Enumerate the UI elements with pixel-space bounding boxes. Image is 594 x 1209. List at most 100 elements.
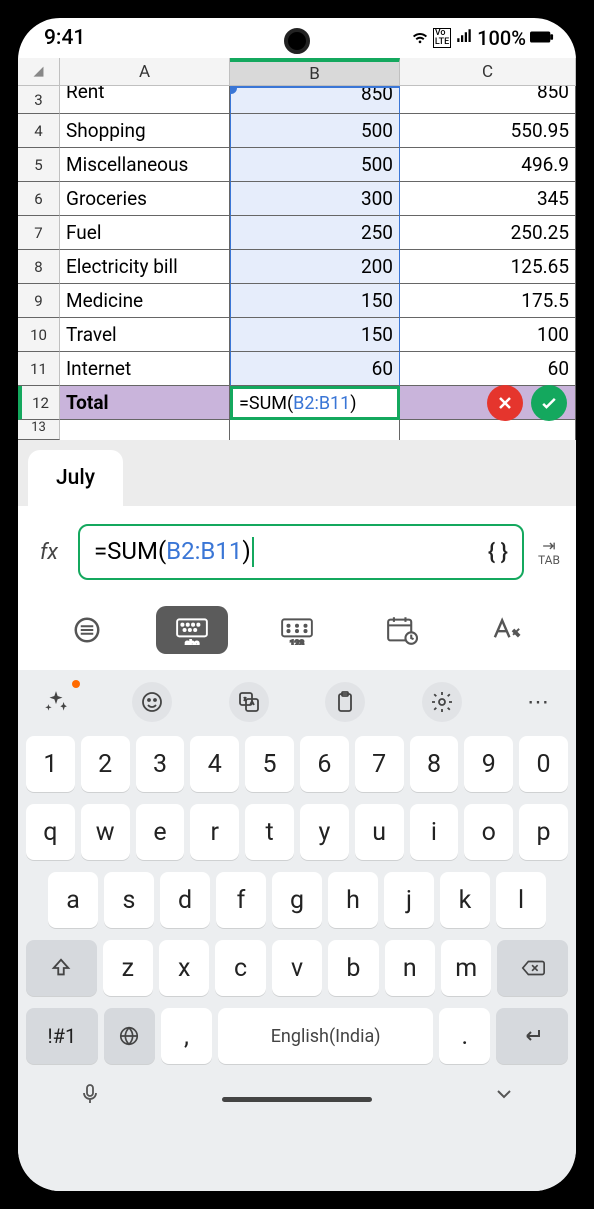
cell-selected[interactable]: 150	[230, 284, 400, 318]
row-head[interactable]: 9	[18, 284, 60, 318]
cell[interactable]: 496.9	[400, 148, 576, 182]
period-key[interactable]: .	[439, 1008, 490, 1064]
sheet-tab-july[interactable]: July	[28, 450, 123, 506]
row-head[interactable]: 5	[18, 148, 60, 182]
row-head[interactable]: 10	[18, 318, 60, 352]
cancel-button[interactable]	[487, 385, 523, 421]
row-7[interactable]: 7 Fuel 250 250.25	[18, 216, 576, 250]
date-keyboard-button[interactable]	[366, 606, 438, 654]
symbols-key[interactable]: !#1	[26, 1008, 98, 1064]
cell[interactable]: 125.65	[400, 250, 576, 284]
cell-selected[interactable]: 300	[230, 182, 400, 216]
shift-key[interactable]	[26, 940, 97, 996]
row-head[interactable]: 13	[18, 420, 60, 440]
key-e[interactable]: e	[136, 804, 185, 860]
comma-key[interactable]: ,	[161, 1008, 212, 1064]
key-o[interactable]: o	[464, 804, 513, 860]
cell-selected[interactable]: 150	[230, 318, 400, 352]
key-b[interactable]: b	[328, 940, 378, 996]
key-0[interactable]: 0	[519, 736, 568, 792]
voice-input-button[interactable]	[78, 1082, 102, 1110]
spreadsheet[interactable]: ◢ A B C 3 Rent 850 850 4 Shopping 500 55…	[18, 58, 576, 440]
row-head[interactable]: 12	[18, 386, 60, 420]
cell[interactable]: 850	[400, 86, 576, 114]
key-v[interactable]: v	[272, 940, 322, 996]
key-g[interactable]: g	[272, 872, 322, 928]
cell[interactable]	[400, 420, 576, 440]
cell[interactable]: 60	[400, 352, 576, 386]
key-y[interactable]: y	[300, 804, 349, 860]
cell[interactable]: 345	[400, 182, 576, 216]
row-5[interactable]: 5 Miscellaneous 500 496.9	[18, 148, 576, 182]
key-8[interactable]: 8	[410, 736, 459, 792]
col-head-c[interactable]: C	[400, 58, 576, 86]
key-i[interactable]: i	[410, 804, 459, 860]
select-all-corner[interactable]: ◢	[18, 58, 60, 86]
cell[interactable]: Fuel	[60, 216, 230, 250]
cell[interactable]: Rent	[60, 86, 230, 114]
cell[interactable]: 250.25	[400, 216, 576, 250]
cell[interactable]: Shopping	[60, 114, 230, 148]
row-head[interactable]: 11	[18, 352, 60, 386]
cell-selected[interactable]: 500	[230, 114, 400, 148]
translate-button[interactable]	[229, 682, 269, 722]
cell-selected[interactable]: 500	[230, 148, 400, 182]
cell[interactable]: 100	[400, 318, 576, 352]
cell[interactable]: Groceries	[60, 182, 230, 216]
key-1[interactable]: 1	[26, 736, 75, 792]
total-label[interactable]: Total	[60, 386, 230, 420]
language-key[interactable]	[104, 1008, 155, 1064]
cell[interactable]: 550.95	[400, 114, 576, 148]
cell[interactable]	[230, 420, 400, 440]
cell[interactable]: 175.5	[400, 284, 576, 318]
active-formula-cell[interactable]: =SUM(B2:B11)	[230, 386, 400, 420]
row-head[interactable]: 6	[18, 182, 60, 216]
key-w[interactable]: w	[81, 804, 130, 860]
clipboard-button[interactable]	[325, 682, 365, 722]
cell[interactable]	[60, 420, 230, 440]
key-j[interactable]: j	[384, 872, 434, 928]
cell[interactable]: Travel	[60, 318, 230, 352]
row-head[interactable]: 8	[18, 250, 60, 284]
row-11[interactable]: 11 Internet 60 60	[18, 352, 576, 386]
confirm-button[interactable]	[531, 385, 567, 421]
key-z[interactable]: z	[103, 940, 153, 996]
cell-selected[interactable]: 250	[230, 216, 400, 250]
key-t[interactable]: t	[245, 804, 294, 860]
key-c[interactable]: c	[215, 940, 265, 996]
key-4[interactable]: 4	[190, 736, 239, 792]
key-s[interactable]: s	[104, 872, 154, 928]
key-a[interactable]: a	[48, 872, 98, 928]
formula-mode-button[interactable]	[51, 606, 123, 654]
key-r[interactable]: r	[190, 804, 239, 860]
formula-input[interactable]: =SUM(B2:B11) { }	[78, 524, 524, 580]
key-u[interactable]: u	[355, 804, 404, 860]
row-6[interactable]: 6 Groceries 300 345	[18, 182, 576, 216]
key-3[interactable]: 3	[136, 736, 185, 792]
selection-handle[interactable]	[230, 86, 237, 94]
key-5[interactable]: 5	[245, 736, 294, 792]
row-3[interactable]: 3 Rent 850 850	[18, 86, 576, 114]
row-total[interactable]: 12 Total =SUM(B2:B11)	[18, 386, 576, 420]
emoji-button[interactable]	[132, 682, 172, 722]
key-k[interactable]: k	[440, 872, 490, 928]
row-9[interactable]: 9 Medicine 150 175.5	[18, 284, 576, 318]
row-10[interactable]: 10 Travel 150 100	[18, 318, 576, 352]
enter-key[interactable]	[496, 1008, 568, 1064]
collapse-keyboard-button[interactable]	[492, 1082, 516, 1110]
backspace-key[interactable]	[497, 940, 568, 996]
key-m[interactable]: m	[441, 940, 491, 996]
row-head[interactable]: 3	[18, 86, 60, 114]
sheet-tab-strip[interactable]: July	[18, 440, 576, 506]
col-head-a[interactable]: A	[60, 58, 230, 86]
cell[interactable]: Electricity bill	[60, 250, 230, 284]
col-head-b[interactable]: B	[230, 58, 400, 86]
cell-selected[interactable]: 850	[230, 86, 400, 114]
key-f[interactable]: f	[216, 872, 266, 928]
cell[interactable]: Internet	[60, 352, 230, 386]
row-head[interactable]: 7	[18, 216, 60, 250]
key-l[interactable]: l	[496, 872, 546, 928]
key-6[interactable]: 6	[300, 736, 349, 792]
key-p[interactable]: p	[519, 804, 568, 860]
row-13[interactable]: 13	[18, 420, 576, 440]
